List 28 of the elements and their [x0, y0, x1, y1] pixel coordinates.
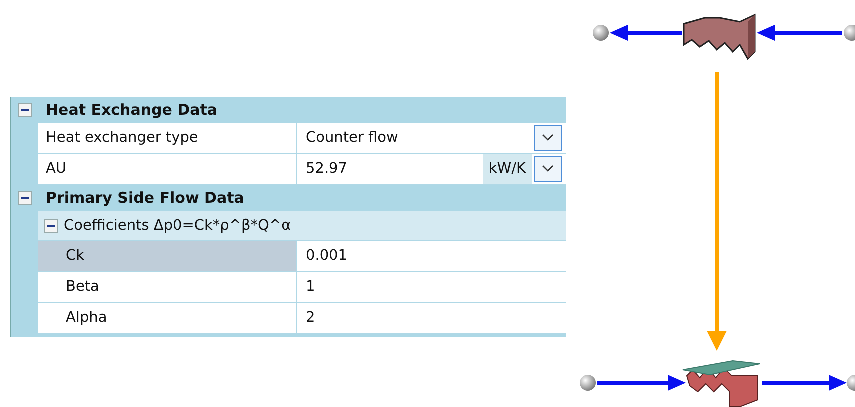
dropdown-button[interactable] — [534, 125, 562, 151]
dropdown-button[interactable] — [534, 156, 562, 182]
node-icon[interactable] — [580, 375, 596, 391]
property-value[interactable]: 1 — [297, 279, 566, 295]
category-title: Primary Side Flow Data — [45, 189, 244, 207]
property-label[interactable]: AU — [38, 154, 297, 184]
node-icon[interactable] — [844, 25, 855, 41]
unit-label[interactable]: kW/K — [482, 154, 532, 184]
category-title: Heat Exchange Data — [45, 101, 218, 119]
flow-arrow — [610, 25, 682, 41]
property-label[interactable]: Heat exchanger type — [38, 123, 297, 153]
collapse-icon[interactable] — [18, 103, 32, 117]
property-value[interactable]: 0.001 — [297, 248, 566, 264]
property-value[interactable]: Counter flow — [297, 130, 532, 146]
heat-exchanger-icon[interactable] — [682, 360, 760, 407]
property-label[interactable]: Beta — [38, 272, 297, 302]
property-value[interactable]: 2 — [297, 310, 566, 326]
collapse-icon[interactable] — [18, 191, 32, 205]
heat-exchanger-icon[interactable] — [683, 14, 756, 60]
node-icon[interactable] — [847, 375, 855, 391]
property-label[interactable]: Ck — [38, 241, 297, 271]
collapse-icon[interactable] — [44, 218, 58, 232]
property-label[interactable]: Alpha — [38, 303, 297, 333]
chevron-down-icon — [542, 165, 554, 173]
chevron-down-icon — [542, 134, 554, 142]
node-icon[interactable] — [593, 25, 609, 41]
property-value[interactable]: 52.97 — [297, 161, 483, 177]
group-title: Coefficients Δp0=Ck*ρ^β*Q^α — [64, 218, 292, 234]
